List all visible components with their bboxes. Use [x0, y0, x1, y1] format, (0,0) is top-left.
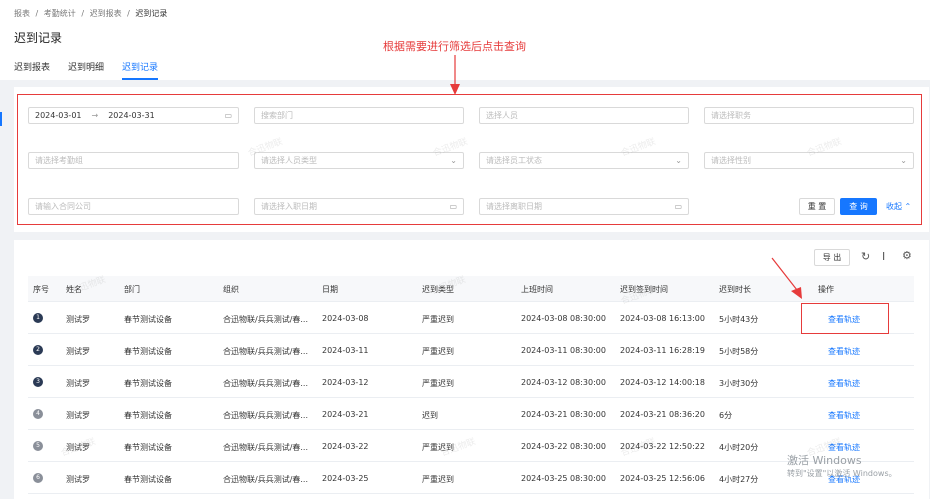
refresh-icon[interactable]: ↻: [861, 250, 870, 263]
cell-type: 严重迟到: [422, 443, 454, 452]
column-header: 迟到时长: [719, 285, 751, 294]
table-row: 4 测试罗 春节测试设备 合迅物联/兵兵测试/春... 2024-03-21 迟到 2024…: [28, 398, 914, 430]
filter-highlight-box: [17, 94, 922, 225]
cell-dept: 春节测试设备: [124, 379, 172, 388]
cell-work-time: 2024-03-08 08:30:00: [521, 314, 606, 323]
cell-duration: 6分: [719, 411, 733, 420]
tab-bar: 迟到报表 迟到明细 迟到记录: [14, 60, 176, 80]
cell-date: 2024-03-12: [322, 378, 369, 387]
row-index-badge: 4: [33, 409, 43, 419]
cell-name: 测试罗: [66, 443, 90, 452]
table-row: 2 测试罗 春节测试设备 合迅物联/兵兵测试/春... 2024-03-11 严重迟到 20…: [28, 334, 914, 366]
table-row: 6 测试罗 春节测试设备 合迅物联/兵兵测试/春... 2024-03-25 严重迟到 20…: [28, 462, 914, 494]
cell-sign-time: 2024-03-12 14:00:18: [620, 378, 705, 387]
cell-org: 合迅物联/兵兵测试/春...: [223, 411, 309, 420]
table-row: 1 测试罗 春节测试设备 合迅物联/兵兵测试/春... 2024-03-08 严重迟到 20…: [28, 302, 914, 334]
breadcrumb-item[interactable]: 迟到报表: [90, 9, 122, 18]
cell-name: 测试罗: [66, 315, 90, 324]
settings-icon[interactable]: ⚙: [902, 249, 912, 262]
cell-type: 迟到: [422, 411, 438, 420]
column-header: 迟到签到时间: [620, 285, 668, 294]
page-title: 迟到记录: [14, 31, 63, 45]
cell-date: 2024-03-11: [322, 346, 369, 355]
cell-sign-time: 2024-03-11 16:28:19: [620, 346, 705, 355]
breadcrumb-separator: /: [35, 9, 39, 18]
cell-dept: 春节测试设备: [124, 411, 172, 420]
annotation-text: 根据需要进行筛选后点击查询: [383, 40, 526, 53]
cell-date: 2024-03-21: [322, 410, 369, 419]
cell-date: 2024-03-08: [322, 314, 369, 323]
cell-duration: 4小时20分: [719, 443, 759, 452]
column-header: 迟到类型: [422, 285, 454, 294]
breadcrumb-separator: /: [81, 9, 85, 18]
operation-highlight-box: [801, 303, 889, 334]
cell-name: 测试罗: [66, 379, 90, 388]
cell-type: 严重迟到: [422, 475, 454, 484]
cell-org: 合迅物联/兵兵测试/春...: [223, 443, 309, 452]
cell-org: 合迅物联/兵兵测试/春...: [223, 475, 309, 484]
breadcrumb-item[interactable]: 报表: [14, 9, 30, 18]
cell-duration: 4小时27分: [719, 475, 759, 484]
cell-duration: 5小时43分: [719, 315, 759, 324]
cell-date: 2024-03-25: [322, 474, 369, 483]
windows-activation-hint: 转到"设置"以激活 Windows。: [787, 469, 897, 478]
table-header: 序号 姓名 部门 组织 日期 迟到类型 上班时间 迟到签到时间 迟到时长 操作: [28, 276, 914, 302]
cell-work-time: 2024-03-21 08:30:00: [521, 410, 606, 419]
view-track-link[interactable]: 查看轨迹: [828, 346, 860, 357]
cell-date: 2024-03-22: [322, 442, 369, 451]
cell-name: 测试罗: [66, 475, 90, 484]
cell-sign-time: 2024-03-08 16:13:00: [620, 314, 705, 323]
column-header: 部门: [124, 285, 140, 294]
tab-late-report[interactable]: 迟到报表: [14, 60, 50, 80]
column-header: 组织: [223, 285, 239, 294]
cell-type: 严重迟到: [422, 347, 454, 356]
cell-work-time: 2024-03-12 08:30:00: [521, 378, 606, 387]
cell-dept: 春节测试设备: [124, 347, 172, 356]
row-index-badge: 1: [33, 313, 43, 323]
column-header: 姓名: [66, 285, 82, 294]
cell-dept: 春节测试设备: [124, 475, 172, 484]
cell-type: 严重迟到: [422, 379, 454, 388]
breadcrumb: 报表 / 考勤统计 / 迟到报表 / 迟到记录: [14, 8, 170, 19]
column-header: 操作: [818, 285, 834, 294]
cell-sign-time: 2024-03-21 08:36:20: [620, 410, 705, 419]
export-button[interactable]: 导 出: [814, 249, 850, 266]
cell-sign-time: 2024-03-25 12:56:06: [620, 474, 705, 483]
windows-activation-title: 激活 Windows: [787, 454, 862, 467]
sidebar-indicator: [0, 112, 2, 126]
row-index-badge: 2: [33, 345, 43, 355]
breadcrumb-item[interactable]: 考勤统计: [44, 9, 76, 18]
column-density-icon[interactable]: Ⅰ: [882, 250, 885, 263]
tab-late-detail[interactable]: 迟到明细: [68, 60, 104, 80]
tab-late-record[interactable]: 迟到记录: [122, 60, 159, 80]
cell-org: 合迅物联/兵兵测试/春...: [223, 379, 309, 388]
row-index-badge: 6: [33, 473, 43, 483]
row-index-badge: 3: [33, 377, 43, 387]
breadcrumb-separator: /: [127, 9, 130, 18]
cell-work-time: 2024-03-11 08:30:00: [521, 346, 606, 355]
cell-dept: 春节测试设备: [124, 315, 172, 324]
cell-org: 合迅物联/兵兵测试/春...: [223, 315, 309, 324]
breadcrumb-current: 迟到记录: [135, 9, 168, 18]
cell-duration: 5小时58分: [719, 347, 759, 356]
cell-type: 严重迟到: [422, 315, 454, 324]
cell-name: 测试罗: [66, 411, 90, 420]
cell-name: 测试罗: [66, 347, 90, 356]
column-header: 日期: [322, 285, 338, 294]
view-track-link[interactable]: 查看轨迹: [828, 378, 860, 389]
cell-org: 合迅物联/兵兵测试/春...: [223, 347, 309, 356]
cell-sign-time: 2024-03-22 12:50:22: [620, 442, 705, 451]
table-row: 5 测试罗 春节测试设备 合迅物联/兵兵测试/春... 2024-03-22 严重迟到 20…: [28, 430, 914, 462]
column-header: 序号: [33, 285, 49, 294]
view-track-link[interactable]: 查看轨迹: [828, 410, 860, 421]
cell-dept: 春节测试设备: [124, 443, 172, 452]
cell-work-time: 2024-03-22 08:30:00: [521, 442, 606, 451]
table-row: 3 测试罗 春节测试设备 合迅物联/兵兵测试/春... 2024-03-12 严重迟到 20…: [28, 366, 914, 398]
cell-duration: 3小时30分: [719, 379, 759, 388]
column-header: 上班时间: [521, 285, 553, 294]
cell-work-time: 2024-03-25 08:30:00: [521, 474, 606, 483]
row-index-badge: 5: [33, 441, 43, 451]
